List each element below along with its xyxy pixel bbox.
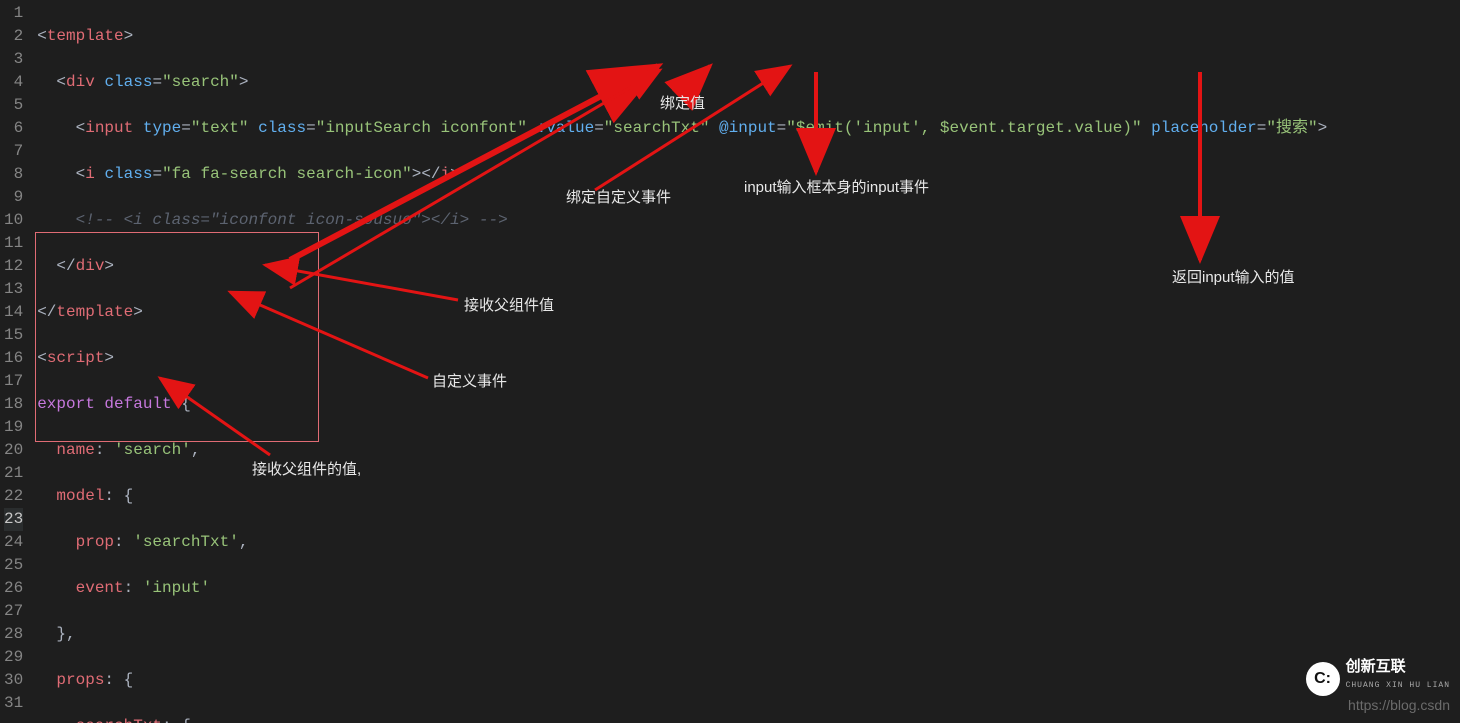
line-number: 12 bbox=[4, 255, 23, 278]
line-number: 16 bbox=[4, 347, 23, 370]
line-number: 30 bbox=[4, 669, 23, 692]
line-number: 10 bbox=[4, 209, 23, 232]
line-number: 23 bbox=[4, 508, 23, 531]
line-number: 7 bbox=[4, 140, 23, 163]
line-number: 27 bbox=[4, 600, 23, 623]
line-number: 3 bbox=[4, 48, 23, 71]
code-editor: 1 2 3 4 5 6 7 8 9 10 11 12 13 14 15 16 1… bbox=[0, 0, 1460, 723]
line-number: 5 bbox=[4, 94, 23, 117]
line-number-gutter: 1 2 3 4 5 6 7 8 9 10 11 12 13 14 15 16 1… bbox=[0, 0, 31, 723]
line-number: 25 bbox=[4, 554, 23, 577]
line-number: 20 bbox=[4, 439, 23, 462]
line-number: 13 bbox=[4, 278, 23, 301]
line-number: 9 bbox=[4, 186, 23, 209]
line-number: 22 bbox=[4, 485, 23, 508]
line-number: 24 bbox=[4, 531, 23, 554]
line-number: 15 bbox=[4, 324, 23, 347]
line-number: 1 bbox=[4, 2, 23, 25]
brand-logo: C: 创新互联 CHUANG XIN HU LIAN bbox=[1306, 660, 1450, 697]
code-area[interactable]: <template> <div class="search"> <input t… bbox=[31, 0, 1460, 723]
line-number: 2 bbox=[4, 25, 23, 48]
line-number: 14 bbox=[4, 301, 23, 324]
line-number: 17 bbox=[4, 370, 23, 393]
logo-mark-icon: C: bbox=[1306, 662, 1340, 696]
line-number: 6 bbox=[4, 117, 23, 140]
line-number: 28 bbox=[4, 623, 23, 646]
line-number: 4 bbox=[4, 71, 23, 94]
line-number: 21 bbox=[4, 462, 23, 485]
line-number: 31 bbox=[4, 692, 23, 715]
line-number: 26 bbox=[4, 577, 23, 600]
line-number: 29 bbox=[4, 646, 23, 669]
line-number: 18 bbox=[4, 393, 23, 416]
logo-name: 创新互联 bbox=[1346, 660, 1450, 674]
line-number: 19 bbox=[4, 416, 23, 439]
line-number: 11 bbox=[4, 232, 23, 255]
line-number: 8 bbox=[4, 163, 23, 186]
watermark-text: https://blog.csdn bbox=[1348, 694, 1450, 717]
